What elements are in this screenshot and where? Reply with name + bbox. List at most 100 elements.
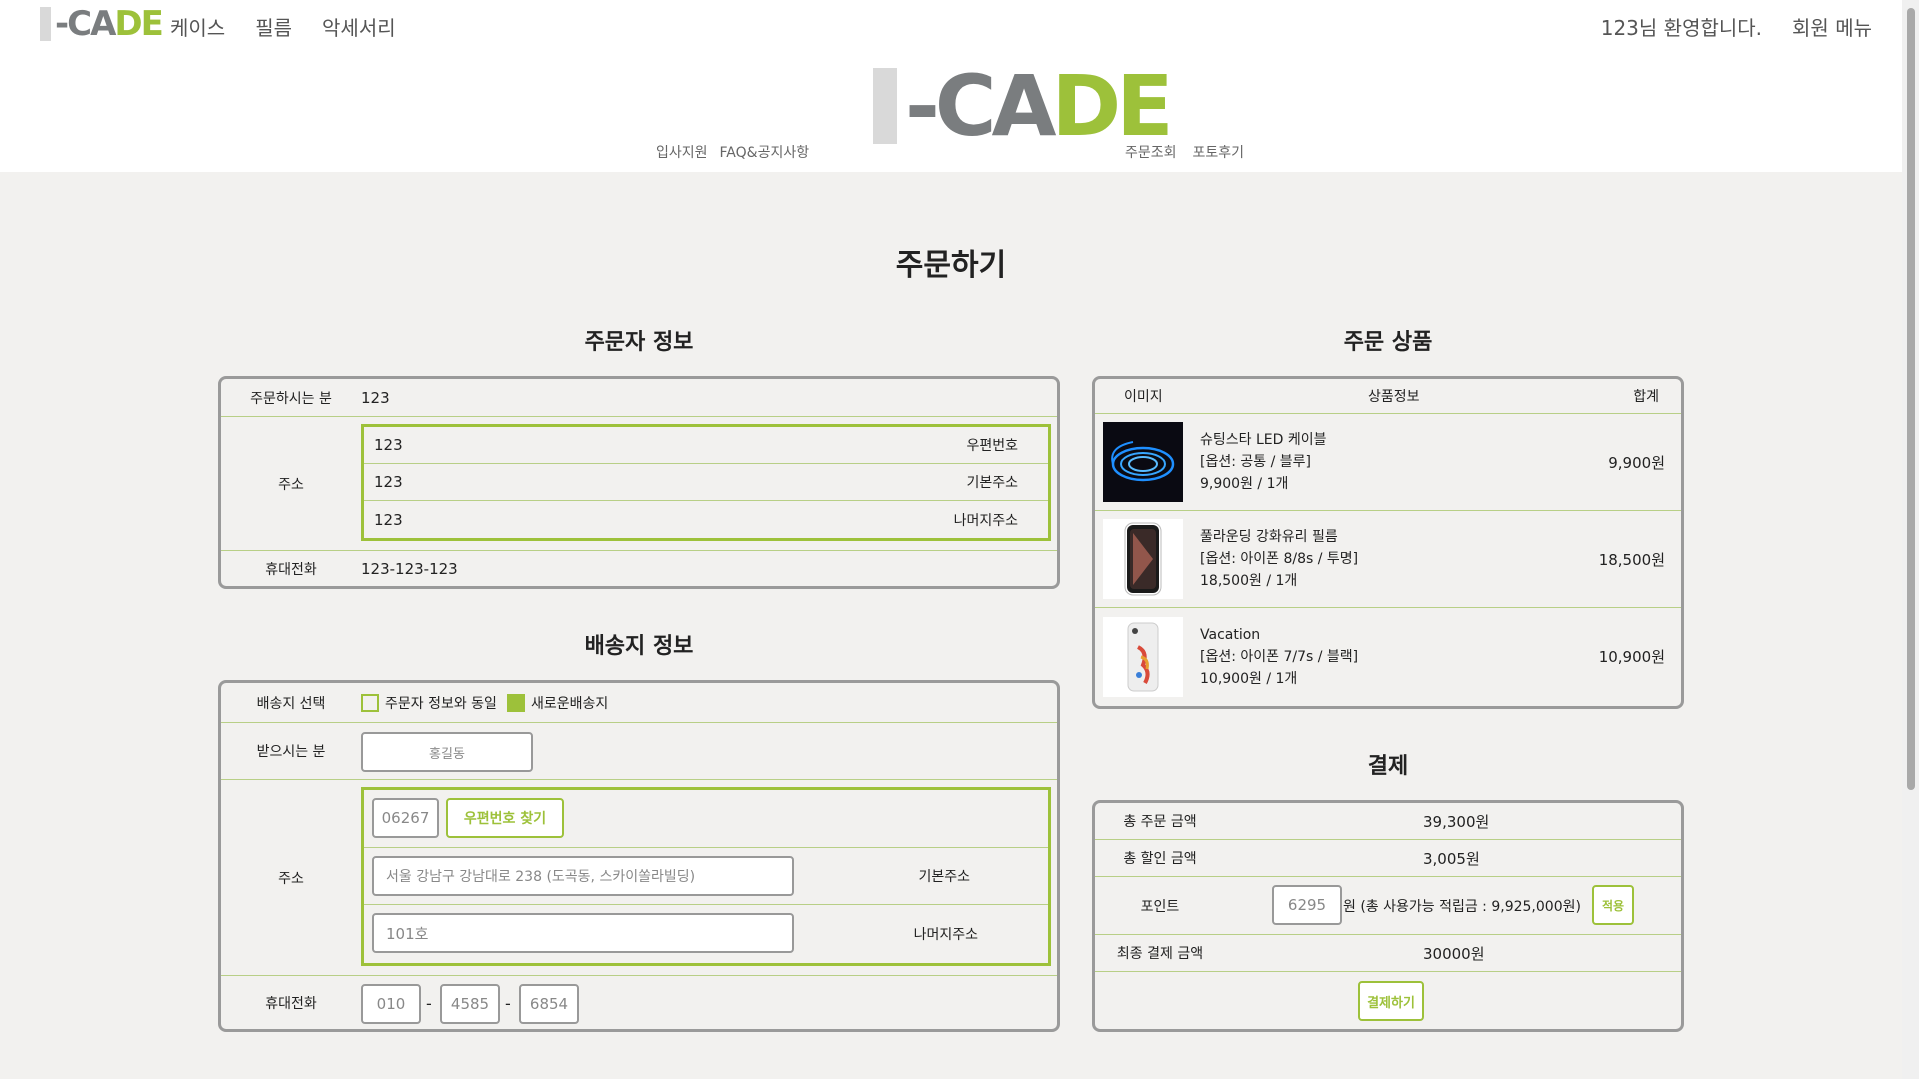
final-value: 30000원 — [1423, 944, 1485, 963]
nav-accessory[interactable]: 악세서리 — [322, 12, 396, 41]
product-row: 풀라운딩 강화유리 필름 [옵션: 아이폰 8/8s / 투명] 18,500원… — [1095, 511, 1681, 608]
orderer-phone-label: 휴대전화 — [265, 562, 317, 578]
total-label: 총 주문 금액 — [1123, 814, 1197, 830]
glass-film-image[interactable] — [1103, 519, 1183, 599]
logo-small[interactable]: - CA DE — [40, 4, 164, 44]
site-header: - CA DE 케이스 필름 악세서리 123님 환영합니다. 회원 메뉴 - … — [0, 0, 1902, 172]
receiver-label: 받으시는 분 — [256, 744, 326, 760]
orderer-name-label: 주문하시는 분 — [250, 390, 332, 407]
logo-large[interactable]: - CA DE — [873, 57, 1174, 155]
sub-nav-right: 주문조회 포토후기 — [1125, 142, 1244, 162]
total-value: 39,300원 — [1423, 812, 1490, 831]
orderer-zip-label: 우편번호 — [966, 438, 1018, 454]
point-row: 포인트 6295 원 (총 사용가능 적립금 : 9,925,000원) 적용 — [1095, 877, 1681, 935]
nav-faq-notice[interactable]: FAQ&공지사항 — [720, 142, 810, 162]
point-label: 포인트 — [1140, 898, 1180, 915]
phone3-input[interactable]: 6854 — [519, 984, 579, 1024]
new-address-label: 새로운배송지 — [530, 695, 609, 712]
orderer-addr2-value: 123 — [374, 510, 403, 529]
point-input[interactable]: 6295 — [1272, 885, 1342, 925]
products-panel: 이미지 상품정보 합계 슈팅스타 LED 케이블 [옵션: 공통 / 블루] 9… — [1092, 376, 1684, 709]
payment-panel: 총 주문 금액 39,300원 총 할인 금액 3,005원 포인트 6295 … — [1092, 800, 1684, 1032]
zip-row: 06267 우편번호 찾기 — [364, 790, 1048, 848]
addr2-label: 나머지주소 — [913, 927, 978, 943]
find-zip-button[interactable]: 우편번호 찾기 — [446, 798, 564, 838]
receiver-row: 받으시는 분 홍길동 — [221, 723, 1057, 780]
orderer-address-row: 주소 123 우편번호 123 기본주소 123 나머지주소 — [221, 417, 1057, 551]
product-total: 9,900원 — [1608, 453, 1665, 472]
orderer-addr2-row: 123 나머지주소 — [364, 501, 1048, 538]
discount-value: 3,005원 — [1423, 849, 1480, 868]
nav-order-lookup[interactable]: 주문조회 — [1125, 142, 1177, 162]
pay-row: 결제하기 — [1095, 972, 1681, 1030]
product-price: 18,500원 / 1개 — [1200, 573, 1298, 589]
product-option: [옵션: 공통 / 블루] — [1200, 454, 1311, 470]
orderer-zip-value: 123 — [374, 436, 403, 454]
discount-row: 총 할인 금액 3,005원 — [1095, 840, 1681, 877]
product-price: 9,900원 / 1개 — [1200, 476, 1289, 492]
final-label: 최종 결제 금액 — [1116, 946, 1204, 962]
shipping-section-title: 배송지 정보 — [584, 634, 694, 659]
vacation-case-image[interactable] — [1103, 616, 1183, 697]
receiver-input[interactable]: 홍길동 — [361, 732, 533, 772]
orderer-addr2-label: 나머지주소 — [953, 512, 1018, 529]
header-image: 이미지 — [1124, 389, 1163, 405]
phone-dash-2: - — [505, 993, 511, 1013]
product-total: 10,900원 — [1598, 648, 1665, 666]
phone1-input[interactable]: 010 — [361, 984, 421, 1024]
addr1-input[interactable]: 서울 강남구 강남대로 238 (도곡동, 스카이쏠라빌딩) — [372, 856, 794, 896]
page-title: 주문하기 — [895, 248, 1007, 283]
shipping-select-label: 배송지 선택 — [256, 695, 326, 712]
products-section-title: 주문 상품 — [1343, 330, 1433, 355]
checkbox-new[interactable] — [506, 693, 525, 712]
logo-i-block — [40, 7, 51, 41]
welcome-text: 123님 환영합니다. — [1600, 16, 1763, 40]
point-apply-button[interactable]: 적용 — [1592, 885, 1634, 925]
new-address-option[interactable]: 새로운배송지 — [506, 693, 609, 713]
shipping-address-box: 06267 우편번호 찾기 서울 강남구 강남대로 238 (도곡동, 스카이쏠… — [361, 787, 1051, 966]
product-info: 슈팅스타 LED 케이블 [옵션: 공통 / 블루] 9,900원 / 1개 — [1200, 429, 1327, 495]
page-scrollbar[interactable] — [1902, 0, 1919, 1079]
pay-button[interactable]: 결제하기 — [1358, 981, 1424, 1021]
products-header-row: 이미지 상품정보 합계 — [1095, 379, 1681, 414]
product-name[interactable]: Vacation — [1200, 624, 1358, 646]
led-cable-image[interactable] — [1103, 422, 1183, 502]
member-menu-link[interactable]: 회원 메뉴 — [1792, 12, 1872, 41]
orderer-section-title: 주문자 정보 — [584, 330, 694, 355]
product-option: [옵션: 아이폰 7/7s / 블랙] — [1200, 648, 1359, 665]
shipping-select-row: 배송지 선택 주문자 정보와 동일 새로운배송지 — [221, 683, 1057, 723]
logo-ca: CA — [67, 4, 116, 44]
addr2-input[interactable]: 101호 — [372, 913, 794, 953]
orderer-zip-row: 123 우편번호 — [364, 427, 1048, 464]
product-name[interactable]: 슈팅스타 LED 케이블 — [1200, 429, 1327, 451]
nav-careers[interactable]: 입사지원 — [656, 142, 708, 162]
scrollbar-thumb[interactable] — [1907, 8, 1915, 790]
product-name[interactable]: 풀라운딩 강화유리 필름 — [1200, 526, 1358, 548]
nav-film[interactable]: 필름 — [255, 12, 292, 41]
phone2-input[interactable]: 4585 — [440, 984, 500, 1024]
main-nav: 케이스 필름 악세서리 — [170, 12, 396, 41]
orderer-address-label: 주소 — [278, 476, 304, 493]
shipping-address-label: 주소 — [278, 870, 304, 887]
logo-dash: - — [905, 57, 940, 155]
payment-section-title: 결제 — [1367, 754, 1409, 779]
orderer-name-row: 주문하시는 분 123 — [221, 379, 1057, 417]
product-row: 슈팅스타 LED 케이블 [옵션: 공통 / 블루] 9,900원 / 1개 9… — [1095, 414, 1681, 511]
phone-dash-1: - — [426, 993, 432, 1013]
nav-photo-review[interactable]: 포토후기 — [1193, 142, 1245, 162]
final-row: 최종 결제 금액 30000원 — [1095, 935, 1681, 972]
discount-label: 총 할인 금액 — [1123, 851, 1197, 867]
point-note: 원 (총 사용가능 적립금 : 9,925,000원) — [1343, 898, 1581, 915]
product-total: 18,500원 — [1598, 550, 1665, 569]
logo-dash: - — [55, 4, 69, 44]
addr2-row: 101호 나머지주소 — [364, 905, 1048, 963]
header-total: 합계 — [1633, 389, 1659, 405]
zip-input[interactable]: 06267 — [372, 798, 439, 838]
orderer-address-box: 123 우편번호 123 기본주소 123 나머지주소 — [361, 424, 1051, 541]
orderer-name-value: 123 — [361, 388, 390, 407]
same-as-orderer-option[interactable]: 주문자 정보와 동일 — [361, 693, 497, 713]
product-info: 풀라운딩 강화유리 필름 [옵션: 아이폰 8/8s / 투명] 18,500원… — [1200, 526, 1358, 592]
same-as-orderer-label: 주문자 정보와 동일 — [385, 695, 497, 712]
checkbox-same[interactable] — [361, 693, 379, 712]
nav-case[interactable]: 케이스 — [170, 12, 225, 41]
